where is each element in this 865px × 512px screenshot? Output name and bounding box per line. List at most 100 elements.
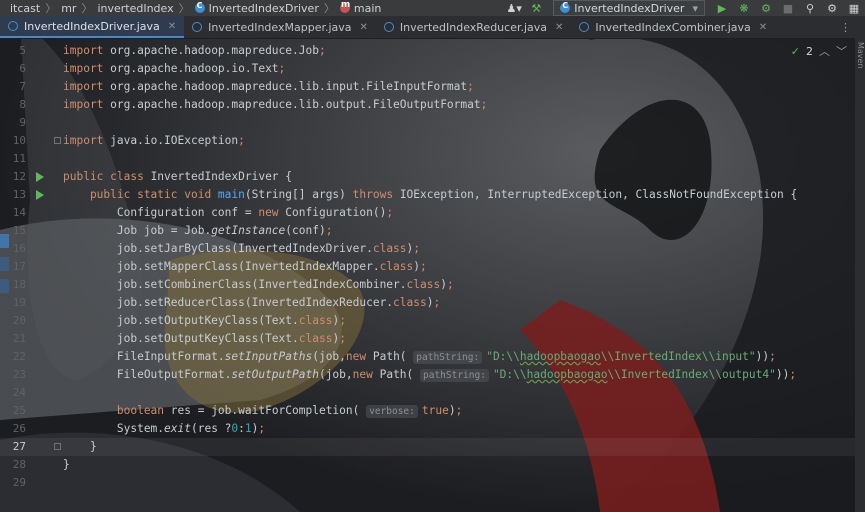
code-line[interactable]: public class InvertedIndexDriver { [63,168,292,186]
method-icon [339,0,350,13]
inspection-widget[interactable]: ✓ 2 ︿ ﹀ [791,43,847,59]
breadcrumb-item-mr[interactable]: mr [61,2,76,15]
code-line[interactable]: job.setMapperClass(InvertedIndexMapper.c… [63,258,427,276]
code-line[interactable]: job.setJarByClass(InvertedIndexDriver.cl… [63,240,420,258]
tab-overflow-icon[interactable]: ⋮ [840,21,851,34]
close-icon[interactable]: ✕ [360,22,368,33]
gear-icon[interactable]: ⚙ [824,0,840,16]
code-token: FileInputFormat. [63,350,225,363]
breadcrumb-item-class[interactable]: InvertedIndexDriver [209,2,319,15]
coverage-icon[interactable]: ⚙ [758,0,774,16]
code-token: setInputPaths [224,350,313,363]
code-line[interactable]: job.setCombinerClass(InvertedIndexCombin… [63,276,454,294]
code-line[interactable]: job.setOutputKeyClass(Text.class); [63,330,346,348]
code-editor[interactable]: 5 import org.apache.hadoop.mapreduce.Job;… [0,39,855,512]
code-token: class [372,242,407,255]
code-line[interactable]: import org.apache.hadoop.mapreduce.lib.i… [63,78,474,96]
code-token: } [63,458,70,471]
code-token: import [63,134,111,147]
code-token: class [298,332,333,345]
code-line[interactable]: FileInputFormat.setInputPaths(job,new Pa… [63,348,776,366]
code-line[interactable]: Job job = Job.getInstance(conf); [63,222,333,240]
stop-icon[interactable]: ■ [780,0,796,16]
run-gutter-icon[interactable] [36,190,44,200]
breadcrumb-item-invertedindex[interactable]: invertedIndex [97,2,173,15]
code-token: import [63,98,111,111]
layout-icon[interactable]: ▦ [846,0,862,16]
tab-inverted-index-mapper[interactable]: InvertedIndexMapper.java ✕ [184,16,376,38]
chevron-down-icon[interactable]: ﹀ [836,43,847,59]
code-token: job.setJarByClass(InvertedIndexDriver. [63,242,373,255]
run-configuration-label: InvertedIndexDriver [574,1,685,15]
close-icon[interactable]: ✕ [759,22,767,33]
code-token: ; [339,314,346,327]
run-icon[interactable]: ▶ [714,0,730,16]
code-token: job.setReducerClass(InvertedIndexReducer… [63,296,394,309]
code-line[interactable]: boolean res = job.waitForCompletion( ver… [63,402,462,420]
close-icon[interactable]: ✕ [168,21,176,32]
chevron-up-icon[interactable]: ︿ [819,43,830,59]
code-token: (res ? [191,422,232,435]
code-token: \\InvertedIndex\\input" [600,350,756,363]
code-token: public static void [63,188,218,201]
run-configuration-selector[interactable]: InvertedIndexDriver ▾ [553,0,705,16]
code-token: Job job = Job. [63,224,212,237]
tab-inverted-index-reducer[interactable]: InvertedIndexReducer.java ✕ [376,16,572,38]
debug-icon[interactable]: ❋ [736,0,752,16]
code-line[interactable]: job.setOutputKeyClass(Text.class); [63,312,346,330]
code-token: res = job.waitForCompletion( [170,404,367,417]
parameter-hint: pathString: [420,369,489,382]
search-icon[interactable]: ⚲ [802,0,818,16]
code-token: exit [164,422,191,435]
code-token: ; [769,350,776,363]
code-token: ; [339,332,346,345]
code-line[interactable]: System.exit(res ?0:1); [63,420,265,438]
code-line[interactable]: } [63,456,70,474]
tab-label: InvertedIndexCombiner.java [595,20,751,34]
class-file-icon [579,22,590,32]
code-token: org.apache.hadoop.io.Text [110,62,279,75]
code-token: FileOutputFormat. [63,368,232,381]
code-token: new [345,350,373,363]
code-token: java.io.IOException [110,134,239,147]
navigation-bar: itcast 〉 mr 〉 invertedIndex 〉 InvertedIn… [0,0,865,16]
code-line[interactable]: import java.io.IOException; [63,132,245,150]
close-icon[interactable]: ✕ [555,22,563,33]
run-gutter-icon[interactable] [36,172,44,182]
code-line[interactable]: Configuration conf = new Configuration()… [63,204,393,222]
tab-inverted-index-driver[interactable]: InvertedIndexDriver.java ✕ [0,16,185,38]
fold-icon[interactable] [54,137,61,144]
tab-label: InvertedIndexMapper.java [208,20,352,34]
code-token: class [393,296,427,309]
breadcrumb-item-itcast[interactable]: itcast [10,2,40,15]
code-token: ; [467,80,474,93]
breadcrumb-separator-icon: 〉 [81,2,93,15]
code-token: Path( [372,350,414,363]
breadcrumb: itcast 〉 mr 〉 invertedIndex 〉 InvertedIn… [10,0,381,16]
code-line[interactable]: } [63,438,97,456]
code-token: public class [63,170,151,183]
code-token: main [217,188,245,201]
breadcrumb-item-method[interactable]: main [354,2,381,15]
code-token: "D:\\ [486,350,520,363]
code-token: throws [352,188,400,201]
tab-inverted-index-combiner[interactable]: InvertedIndexCombiner.java ✕ [571,16,775,38]
code-line[interactable]: import org.apache.hadoop.io.Text; [63,60,285,78]
build-hammer-icon[interactable]: ⚒ [528,0,544,16]
code-token: ; [420,260,427,273]
fold-icon[interactable] [54,443,61,450]
code-token: : [238,422,245,435]
user-icon[interactable]: ♟▾ [506,0,522,16]
breadcrumb-separator-icon: 〉 [323,2,335,15]
code-token: Configuration() [285,206,387,219]
code-token: ; [278,62,286,75]
code-line[interactable]: import org.apache.hadoop.mapreduce.Job; [63,42,326,60]
code-line[interactable]: import org.apache.hadoop.mapreduce.lib.o… [63,96,487,114]
code-line[interactable]: FileOutputFormat.setOutputPath(job,new P… [63,366,796,384]
code-token: new [258,206,286,219]
code-token: (job, [318,368,353,381]
code-line[interactable]: job.setReducerClass(InvertedIndexReducer… [63,294,440,312]
code-line[interactable]: public static void main(String[] args) t… [63,186,797,204]
maven-tool-button[interactable]: Maven [856,42,865,69]
class-icon [194,1,205,13]
